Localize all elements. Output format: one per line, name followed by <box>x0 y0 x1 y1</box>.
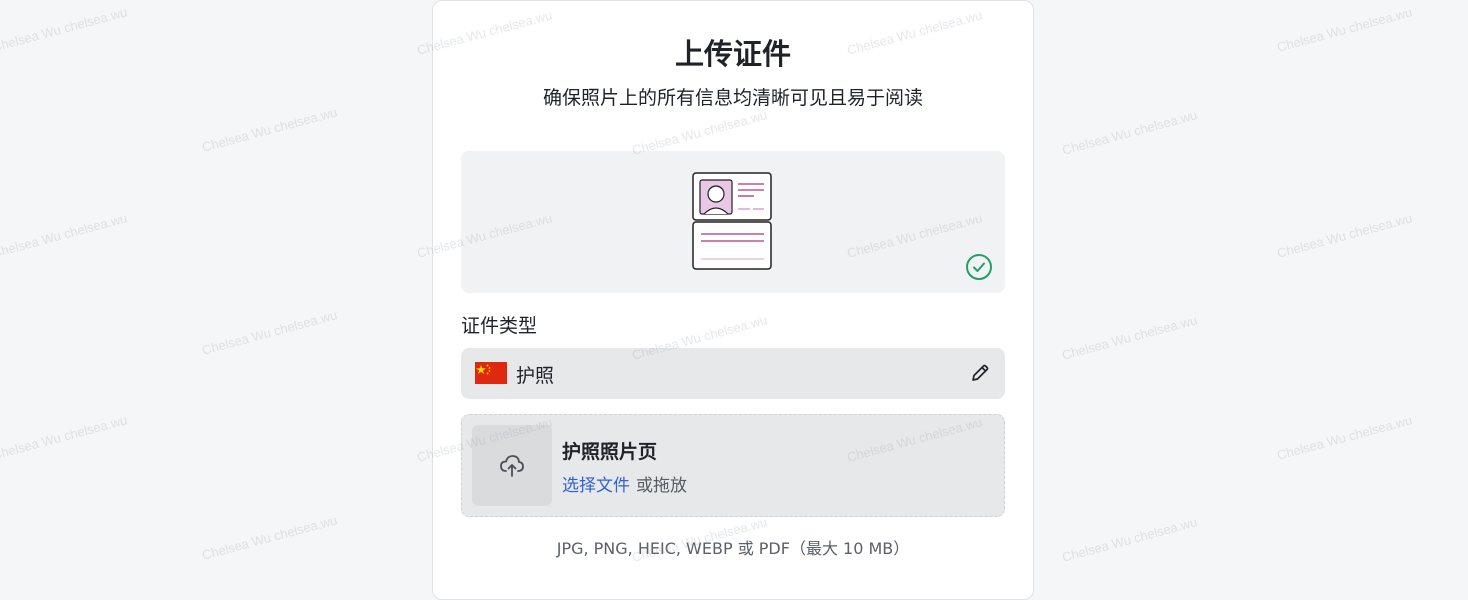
document-type-label: 证件类型 <box>461 315 538 337</box>
china-flag-icon <box>475 362 507 384</box>
accepted-formats-text: JPG, PNG, HEIC, WEBP 或 PDF（最大 10 MB） <box>556 539 910 558</box>
page-subtitle: 确保照片上的所有信息均清晰可见且易于阅读 <box>542 87 923 109</box>
upload-document-card: 上传证件 确保照片上的所有信息均清晰可见且易于阅读 证件类型 护照 护照照片页 … <box>432 0 1034 600</box>
watermark: Chelsea Wu chelsea.wu <box>0 4 129 55</box>
upload-title: 护照照片页 <box>562 441 658 463</box>
id-card-icon <box>692 172 772 270</box>
document-type-value: 护照 <box>516 365 555 387</box>
watermark: Chelsea Wu chelsea.wu <box>200 512 339 563</box>
watermark: Chelsea Wu chelsea.wu <box>1060 107 1199 158</box>
drag-drop-text: 或拖放 <box>636 476 687 496</box>
document-preview <box>461 151 1005 293</box>
watermark: Chelsea Wu chelsea.wu <box>0 412 129 463</box>
watermark: Chelsea Wu chelsea.wu <box>1275 412 1414 463</box>
watermark: Chelsea Wu chelsea.wu <box>1060 312 1199 363</box>
choose-file-link[interactable]: 选择文件 <box>562 476 630 496</box>
pencil-icon[interactable] <box>969 362 991 384</box>
upload-hint: 选择文件 或拖放 <box>562 471 687 496</box>
watermark: Chelsea Wu chelsea.wu <box>1275 4 1414 55</box>
watermark: Chelsea Wu chelsea.wu <box>200 307 339 358</box>
page-title: 上传证件 <box>674 37 791 71</box>
file-dropzone[interactable]: 护照照片页 选择文件 或拖放 <box>461 414 1005 517</box>
upload-button[interactable] <box>472 425 552 506</box>
document-type-select[interactable]: 护照 <box>461 348 1005 399</box>
watermark: Chelsea Wu chelsea.wu <box>1060 514 1199 565</box>
watermark: Chelsea Wu chelsea.wu <box>200 104 339 155</box>
watermark: Chelsea Wu chelsea.wu <box>1275 210 1414 261</box>
watermark: Chelsea Wu chelsea.wu <box>0 210 129 261</box>
check-circle-icon <box>966 254 992 280</box>
cloud-upload-icon <box>500 455 524 477</box>
